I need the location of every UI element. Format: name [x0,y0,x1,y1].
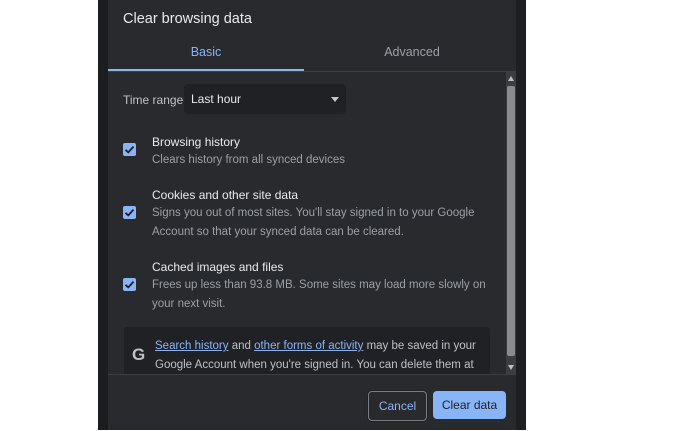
cached-images-desc: Frees up less than 93.8 MB. Some sites m… [152,279,486,310]
content-scrollbar[interactable] [506,72,516,374]
tab-advanced[interactable]: Advanced [314,38,510,71]
clear-data-button[interactable]: Clear data [433,391,506,419]
dialog-content: Time range Last hour Browsing history Cl… [108,72,506,374]
browsing-history-desc: Clears history from all synced devices [152,154,346,166]
tab-basic[interactable]: Basic [108,38,304,71]
backdrop-right-strip [516,0,526,430]
tab-bar: Basic Advanced [108,38,516,72]
dialog-title: Clear browsing data [123,11,252,27]
cookies-desc: Signs you out of most sites. You'll stay… [152,207,475,238]
scroll-up-arrow-icon[interactable] [508,76,514,81]
notice-text-part1: and [228,340,255,352]
search-history-link[interactable]: Search history [155,340,229,352]
time-range-select[interactable]: Last hour [184,84,346,114]
cookies-title: Cookies and other site data [152,188,299,202]
google-g-icon: G [132,345,146,364]
scrollbar-thumb[interactable] [507,86,515,356]
time-range-label: Time range [123,93,184,107]
cancel-button[interactable]: Cancel [368,391,427,421]
scroll-down-arrow-icon[interactable] [508,365,514,370]
backdrop-left-strip [98,0,108,430]
cookies-checkbox[interactable] [123,206,136,219]
time-range-value: Last hour [191,92,242,106]
browsing-history-checkbox[interactable] [123,143,136,156]
checkmark-icon [124,280,135,289]
browsing-history-title: Browsing history [152,135,241,149]
clear-browsing-data-dialog: Clear browsing data Basic Advanced Time … [108,0,516,430]
dialog-footer: Cancel Clear data [108,374,516,431]
chevron-down-icon [331,97,339,102]
google-activity-notice: G Search history and other forms of acti… [124,327,490,374]
checkmark-icon [124,208,135,217]
notice-text: Search history and other forms of activi… [155,337,490,374]
cached-images-title: Cached images and files [152,260,284,274]
cached-images-checkbox[interactable] [123,278,136,291]
checkmark-icon [124,145,135,154]
other-forms-of-activity-link[interactable]: other forms of activity [254,340,363,352]
